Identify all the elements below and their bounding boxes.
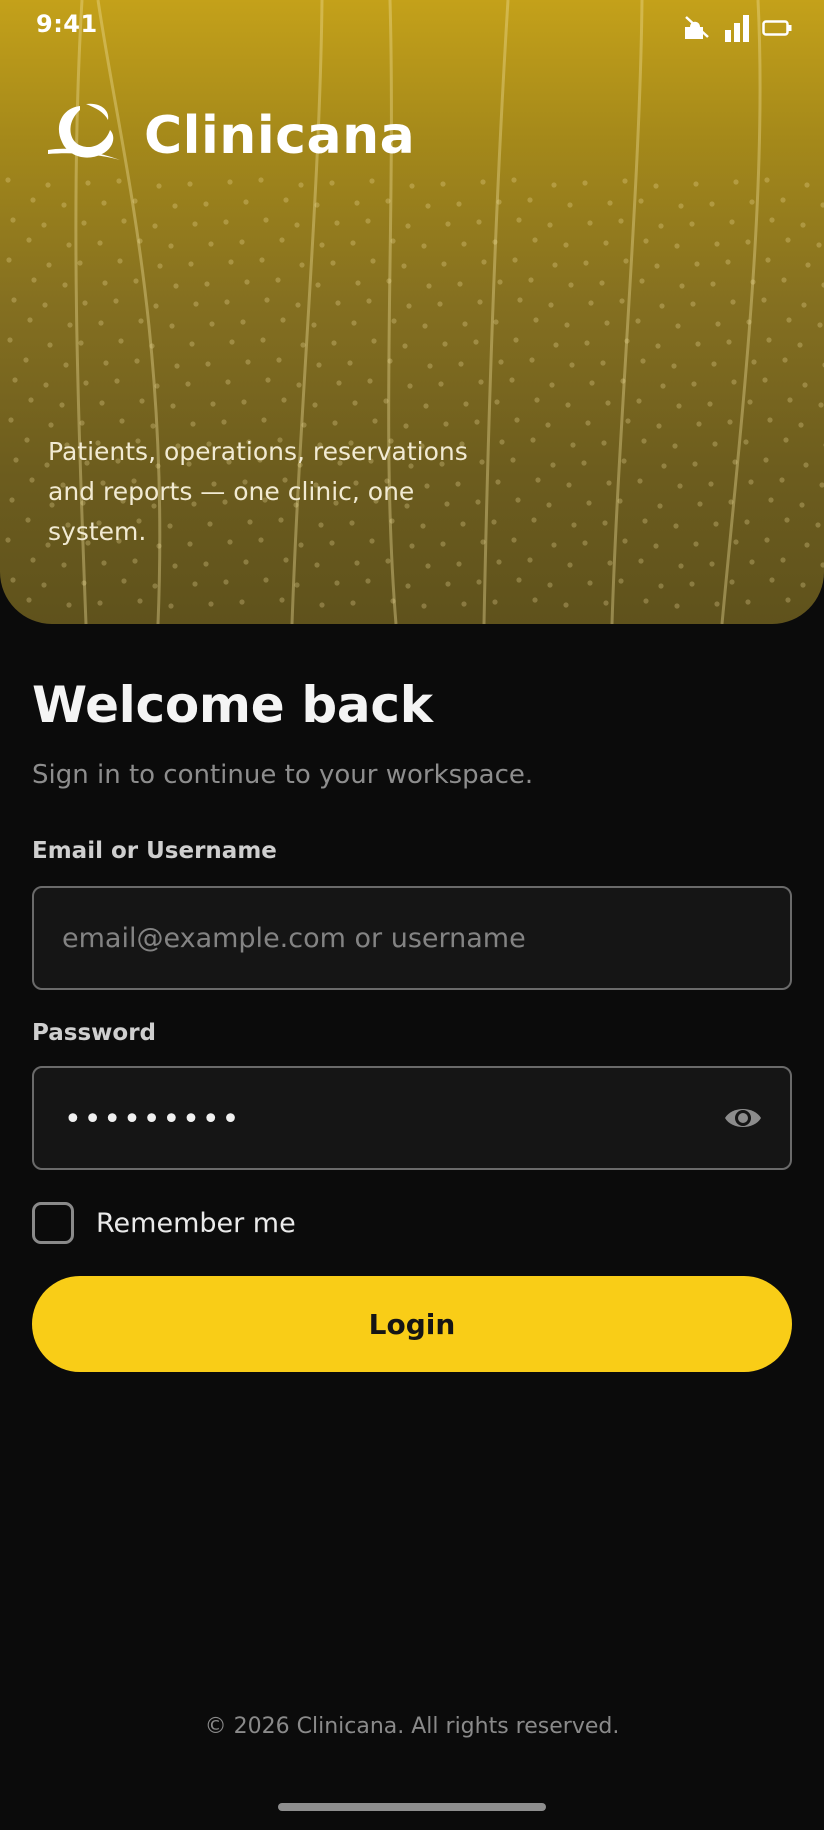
notification-icon	[682, 15, 712, 45]
status-time: 9:41	[36, 10, 98, 38]
hero-tagline: Patients, operations, reservations and r…	[48, 437, 468, 546]
battery-icon	[762, 20, 792, 40]
footer-copyright: © 2026 Clinicana. All rights reserved.	[204, 1714, 620, 1739]
brand-name: Clinicana	[144, 106, 416, 166]
brand: Clinicana	[46, 100, 415, 172]
status-bar: 9:41	[0, 0, 824, 56]
page-subtitle: Sign in to continue to your workspace.	[32, 760, 534, 790]
password-field[interactable]: •••••••••	[32, 1066, 792, 1170]
remember-me[interactable]: Remember me	[32, 1202, 296, 1244]
home-indicator[interactable]	[278, 1803, 546, 1811]
hero-banner: 9:41 Clinicana Patients, operations, res…	[0, 0, 824, 624]
remember-label[interactable]: Remember me	[96, 1208, 296, 1239]
clinicana-logo-icon	[48, 103, 120, 160]
email-field-container	[32, 886, 792, 990]
page-title: Welcome back	[32, 676, 433, 734]
login-button[interactable]: Login	[32, 1276, 792, 1372]
email-field[interactable]	[62, 888, 742, 988]
remember-checkbox[interactable]	[32, 1202, 74, 1244]
login-screen: 9:41 Clinicana Patients, operations, res…	[0, 0, 824, 1830]
password-value: •••••••••	[64, 1102, 242, 1137]
email-label: Email or Username	[32, 838, 277, 864]
eye-icon[interactable]	[724, 1101, 762, 1135]
password-label: Password	[32, 1020, 156, 1046]
signal-icon	[724, 14, 750, 46]
